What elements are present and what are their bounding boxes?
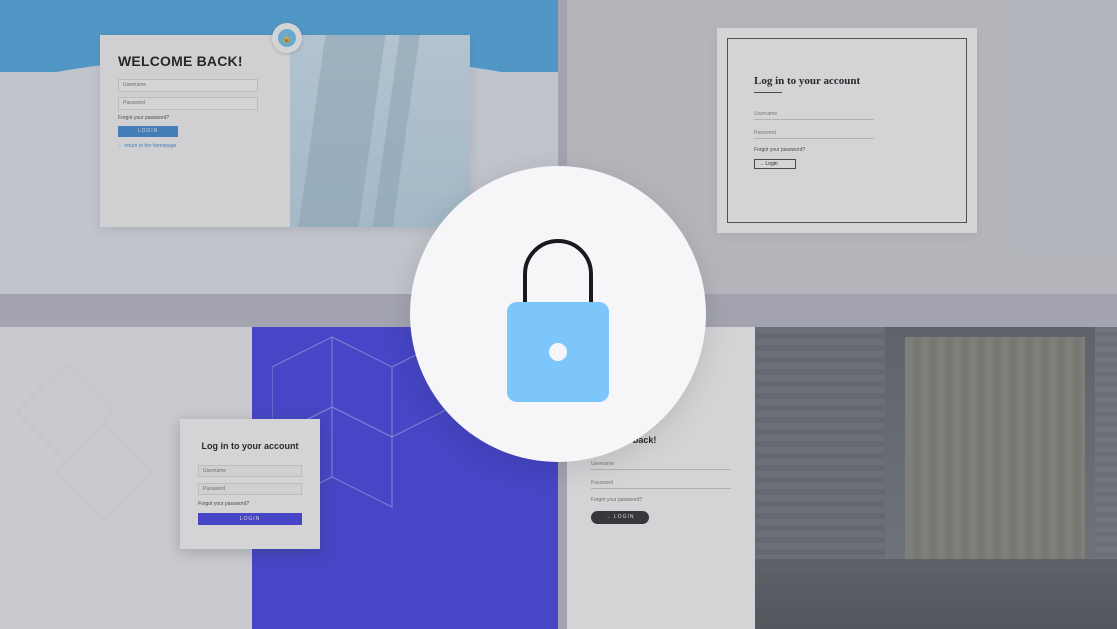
forgot-password-link[interactable]: Forgot your password? <box>591 497 731 503</box>
title-underline <box>754 92 782 93</box>
forgot-password-link[interactable]: Forgot your password? <box>754 147 940 153</box>
username-field[interactable]: Username <box>754 109 874 120</box>
return-home-link[interactable]: return to the homepage <box>118 143 272 149</box>
lock-badge: 🔒 <box>272 23 302 53</box>
login-layout-showcase: 🔒 WELCOME BACK! Username Password Forgot… <box>0 0 1117 629</box>
hero-image-city <box>755 327 1117 629</box>
username-field[interactable]: Username <box>591 459 731 470</box>
forgot-password-link[interactable]: Forgot your password? <box>118 115 272 121</box>
login-button[interactable]: LOGIN <box>118 126 178 137</box>
bg-outline-shapes <box>20 367 160 527</box>
password-field[interactable]: Password <box>591 478 731 489</box>
password-field[interactable]: Password <box>118 97 258 110</box>
login-button[interactable]: LOGIN <box>591 511 649 524</box>
login-card-bl: Log in to your account Username Password… <box>180 419 320 549</box>
login-button[interactable]: LOGIN <box>198 513 302 525</box>
username-field[interactable]: Username <box>118 79 258 92</box>
welcome-title: WELCOME BACK! <box>118 53 272 69</box>
hero-image-bridge <box>290 35 470 227</box>
login-title: Log in to your account <box>754 75 940 87</box>
password-field[interactable]: Password <box>198 483 302 495</box>
password-field[interactable]: Password <box>754 128 874 139</box>
login-title: Log in to your account <box>198 441 302 451</box>
login-card-tr: Log in to your account Username Password… <box>717 28 977 233</box>
center-lock-circle <box>410 166 706 462</box>
lock-icon: 🔒 <box>278 29 296 47</box>
forgot-password-link[interactable]: Forgot your password? <box>198 501 302 507</box>
login-card-tl: 🔒 WELCOME BACK! Username Password Forgot… <box>100 35 470 227</box>
username-field[interactable]: Username <box>198 465 302 477</box>
lock-icon <box>493 224 623 404</box>
login-button[interactable]: Login <box>754 159 796 169</box>
